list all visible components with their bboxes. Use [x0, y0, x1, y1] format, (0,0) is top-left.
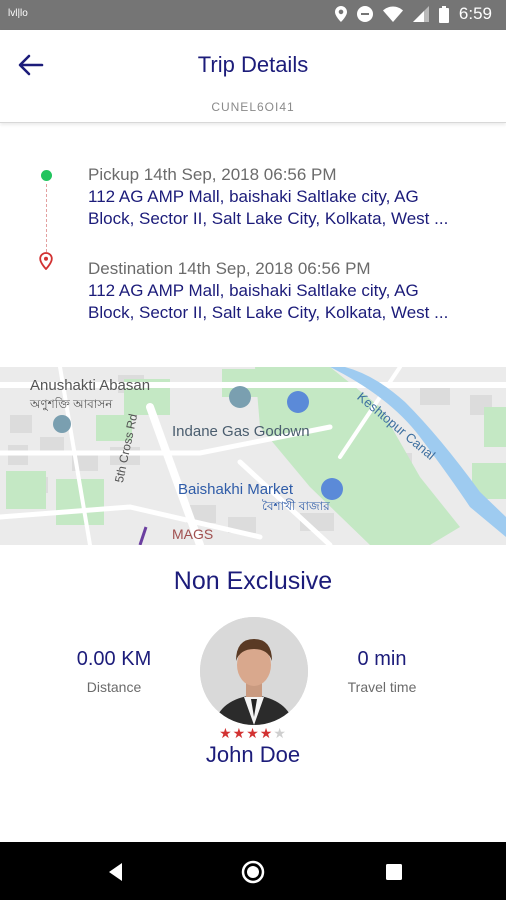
driver-rating: ★★★★★ — [0, 725, 506, 742]
driver-avatar — [200, 617, 308, 725]
map-label-baishakhi: Baishakhi Market — [178, 481, 294, 498]
map-label-baishakhi-bn: বৈশাখী বাজার — [262, 499, 330, 513]
page-title: Trip Details — [197, 52, 309, 77]
map-label-indane: Indane Gas Godown — [172, 423, 310, 440]
status-bar: lvl|lo 6:59 — [0, 0, 506, 30]
battery-icon — [438, 5, 449, 23]
system-nav-bar — [0, 842, 506, 900]
map-label-anushakti: Anushakti Abasan — [30, 377, 151, 394]
map-label-mags: MAGS — [172, 526, 214, 542]
pickup-dot-icon — [41, 170, 52, 181]
route-map[interactable]: Anushakti Abasan অণুশক্তি আবাসন Indane G… — [0, 367, 506, 545]
carrier-label: lvl|lo — [8, 8, 28, 19]
route-section: Pickup 14th Sep, 2018 06:56 PM 112 AG AM… — [0, 122, 506, 367]
route-connector-line — [46, 184, 47, 252]
map-label-anushakti-bn: অণুশক্তি আবাসন — [30, 397, 113, 411]
wifi-icon — [382, 6, 403, 22]
pickup-address-line2: Block, Sector II, Salt Lake City, Kolkat… — [88, 209, 449, 228]
trip-code: CUNEL6OI41 — [211, 100, 295, 114]
nav-back-icon[interactable] — [104, 860, 128, 884]
driver-photo — [200, 617, 308, 725]
star-filled-icon: ★ — [219, 725, 233, 741]
travel-time-label: Travel time — [347, 679, 417, 695]
distance-label: Distance — [86, 679, 142, 695]
travel-time-metric: 0 min Travel time — [330, 648, 434, 695]
star-filled-icon: ★ — [246, 725, 260, 741]
distance-value: 0.00 KM — [76, 648, 152, 670]
do-not-disturb-icon — [356, 6, 373, 22]
trip-info: Non Exclusive 0.00 KM Distance 0 min Tra… — [0, 545, 506, 842]
trip-type: Non Exclusive — [173, 567, 333, 595]
status-time: 6:59 — [458, 4, 492, 23]
signal-icon — [412, 6, 429, 22]
pickup-stop: Pickup 14th Sep, 2018 06:56 PM 112 AG AM… — [88, 164, 488, 230]
destination-pin-icon — [39, 252, 53, 270]
pickup-address-line1: 112 AG AMP Mall, baishaki Saltlake city,… — [88, 187, 419, 206]
app-header: Trip Details CUNEL6OI41 — [0, 30, 506, 123]
destination-address-line1: 112 AG AMP Mall, baishaki Saltlake city,… — [88, 281, 419, 300]
nav-recents-icon[interactable] — [382, 860, 406, 884]
nav-home-icon[interactable] — [241, 860, 265, 884]
pickup-label: Pickup 14th Sep, 2018 06:56 PM — [88, 165, 337, 184]
distance-metric: 0.00 KM Distance — [62, 648, 166, 695]
star-empty-icon: ★ — [273, 725, 287, 741]
star-filled-icon: ★ — [232, 725, 247, 741]
star-filled-icon: ★ — [259, 725, 274, 741]
location-icon — [334, 6, 347, 22]
driver-name: John Doe — [205, 742, 301, 767]
destination-stop: Destination 14th Sep, 2018 06:56 PM 112 … — [88, 258, 488, 324]
destination-address-line2: Block, Sector II, Salt Lake City, Kolkat… — [88, 303, 449, 322]
travel-time-value: 0 min — [357, 648, 407, 670]
destination-label: Destination 14th Sep, 2018 06:56 PM — [88, 259, 371, 278]
